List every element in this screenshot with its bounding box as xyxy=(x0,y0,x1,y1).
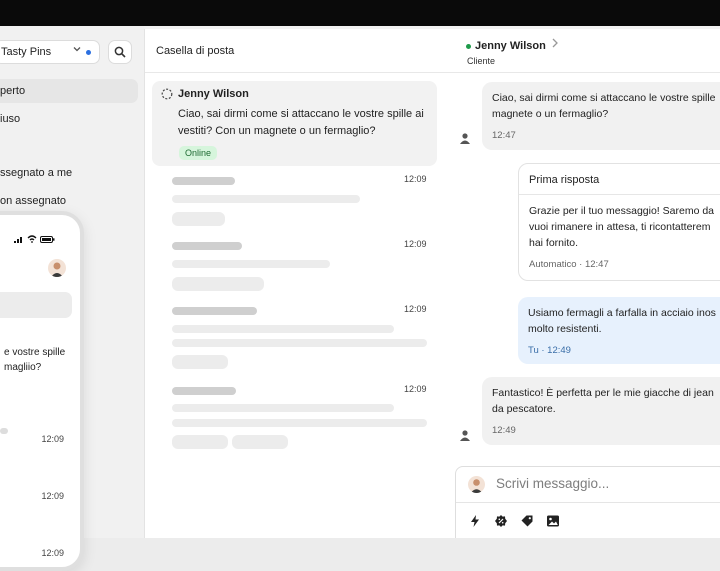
person-icon xyxy=(460,430,470,441)
image-icon[interactable] xyxy=(546,514,560,528)
conversation-time: 12:09 xyxy=(404,239,427,249)
skeleton-line xyxy=(172,307,257,315)
avatar xyxy=(468,476,485,493)
message-incoming: Fantastico! È perfetta per le mie giacch… xyxy=(482,377,720,445)
tag-icon[interactable] xyxy=(520,514,534,528)
skeleton-pill xyxy=(172,212,225,226)
skeleton-line xyxy=(172,260,330,268)
conversation-name: Jenny Wilson xyxy=(178,88,249,100)
phone-status-bar xyxy=(14,235,55,243)
unread-dot xyxy=(86,50,91,55)
signal-icon xyxy=(14,236,22,243)
composer-toolbar xyxy=(468,514,560,528)
skeleton-line xyxy=(172,339,427,347)
message-text: Ciao, sai dirmi come si attaccano le vos… xyxy=(492,92,716,120)
badge-icon[interactable] xyxy=(494,514,508,528)
sidebar-item-closed[interactable]: iuso xyxy=(0,107,20,131)
wifi-icon xyxy=(27,235,37,243)
inbox-panel: Casella di posta Jenny Wilson Ciao, sai … xyxy=(144,29,443,538)
message-text: Fantastico! È perfetta per le mie giacch… xyxy=(492,387,714,415)
contact-name[interactable]: Jenny Wilson xyxy=(475,40,546,52)
divider xyxy=(456,502,720,503)
store-name: Tasty Pins xyxy=(1,46,52,58)
message-incoming: Ciao, sai dirmi come si attaccano le vos… xyxy=(482,82,720,150)
skeleton-line xyxy=(172,387,236,395)
phone-mockup: e vostre spille magliio? 12:09 12:09 12:… xyxy=(0,211,84,571)
message-time: 12:47 xyxy=(492,130,516,141)
avatar[interactable] xyxy=(48,259,66,277)
sidebar-item-unassigned[interactable]: on assegnato xyxy=(0,189,66,213)
divider xyxy=(519,194,720,195)
conversation-preview: Ciao, sai dirmi come si attaccano le vos… xyxy=(178,108,424,137)
conversation-time: 12:09 xyxy=(404,304,427,314)
skeleton-line xyxy=(172,404,394,412)
skeleton-pill xyxy=(232,435,288,449)
divider xyxy=(442,72,720,73)
battery-icon xyxy=(40,235,55,243)
message-outgoing: Usiamo fermagli a farfalla in acciaio in… xyxy=(518,297,720,364)
skeleton-line xyxy=(172,177,235,185)
phone-message-line: magliio? xyxy=(4,362,42,373)
message-text: Grazie per il tuo messaggio! Saremo da v… xyxy=(529,205,715,249)
chevron-right-icon[interactable] xyxy=(551,38,559,51)
message-auto-reply: Prima risposta Grazie per il tuo messagg… xyxy=(518,163,720,281)
phone-time: 12:09 xyxy=(41,434,64,444)
search-icon xyxy=(114,46,126,58)
person-icon xyxy=(460,133,470,144)
sidebar-item-open[interactable]: perto xyxy=(0,79,138,103)
conversation-time: 12:09 xyxy=(404,384,427,394)
phone-skeleton xyxy=(0,428,8,434)
chevron-down-icon xyxy=(73,45,81,56)
sidebar-item-assigned-to-me[interactable]: ssegnato a me xyxy=(0,161,72,185)
skeleton-pill xyxy=(172,435,228,449)
status-badge: Online xyxy=(179,146,218,160)
phone-time: 12:09 xyxy=(41,548,64,558)
phone-search-bar[interactable] xyxy=(0,292,72,318)
window-top-bar xyxy=(0,0,720,26)
bolt-icon[interactable] xyxy=(468,514,482,528)
skeleton-pill xyxy=(172,277,264,291)
message-meta: Automatico · 12:47 xyxy=(529,259,609,270)
chat-panel: Jenny Wilson Cliente Ciao, sai dirmi com… xyxy=(442,29,720,538)
message-input[interactable]: Scrivi messaggio... xyxy=(496,476,609,491)
skeleton-line xyxy=(172,242,242,250)
divider xyxy=(145,72,442,73)
skeleton-line xyxy=(172,325,394,333)
app-window: Tasty Pins perto iuso ssegnato a me on a… xyxy=(0,26,720,571)
skeleton-line xyxy=(172,195,360,203)
message-text: Usiamo fermagli a farfalla in acciaio in… xyxy=(528,307,716,335)
phone-time: 12:09 xyxy=(41,491,64,501)
message-meta: Tu · 12:49 xyxy=(528,345,571,356)
conversation-time: 12:09 xyxy=(404,174,427,184)
phone-message-preview: e vostre spille magliio? xyxy=(4,345,65,375)
auto-reply-heading: Prima risposta xyxy=(529,174,600,186)
spinner-icon xyxy=(161,88,173,100)
store-selector[interactable]: Tasty Pins xyxy=(0,40,100,64)
skeleton-line xyxy=(172,419,427,427)
online-dot xyxy=(466,44,471,49)
search-button[interactable] xyxy=(108,40,132,64)
message-composer[interactable]: Scrivi messaggio... xyxy=(455,466,720,538)
contact-role: Cliente xyxy=(467,56,496,66)
message-time: 12:49 xyxy=(492,425,516,436)
phone-message-line: e vostre spille xyxy=(4,347,66,358)
conversation-item-active[interactable]: Jenny Wilson Ciao, sai dirmi come si att… xyxy=(152,81,437,166)
inbox-title: Casella di posta xyxy=(156,45,235,57)
skeleton-pill xyxy=(172,355,228,369)
